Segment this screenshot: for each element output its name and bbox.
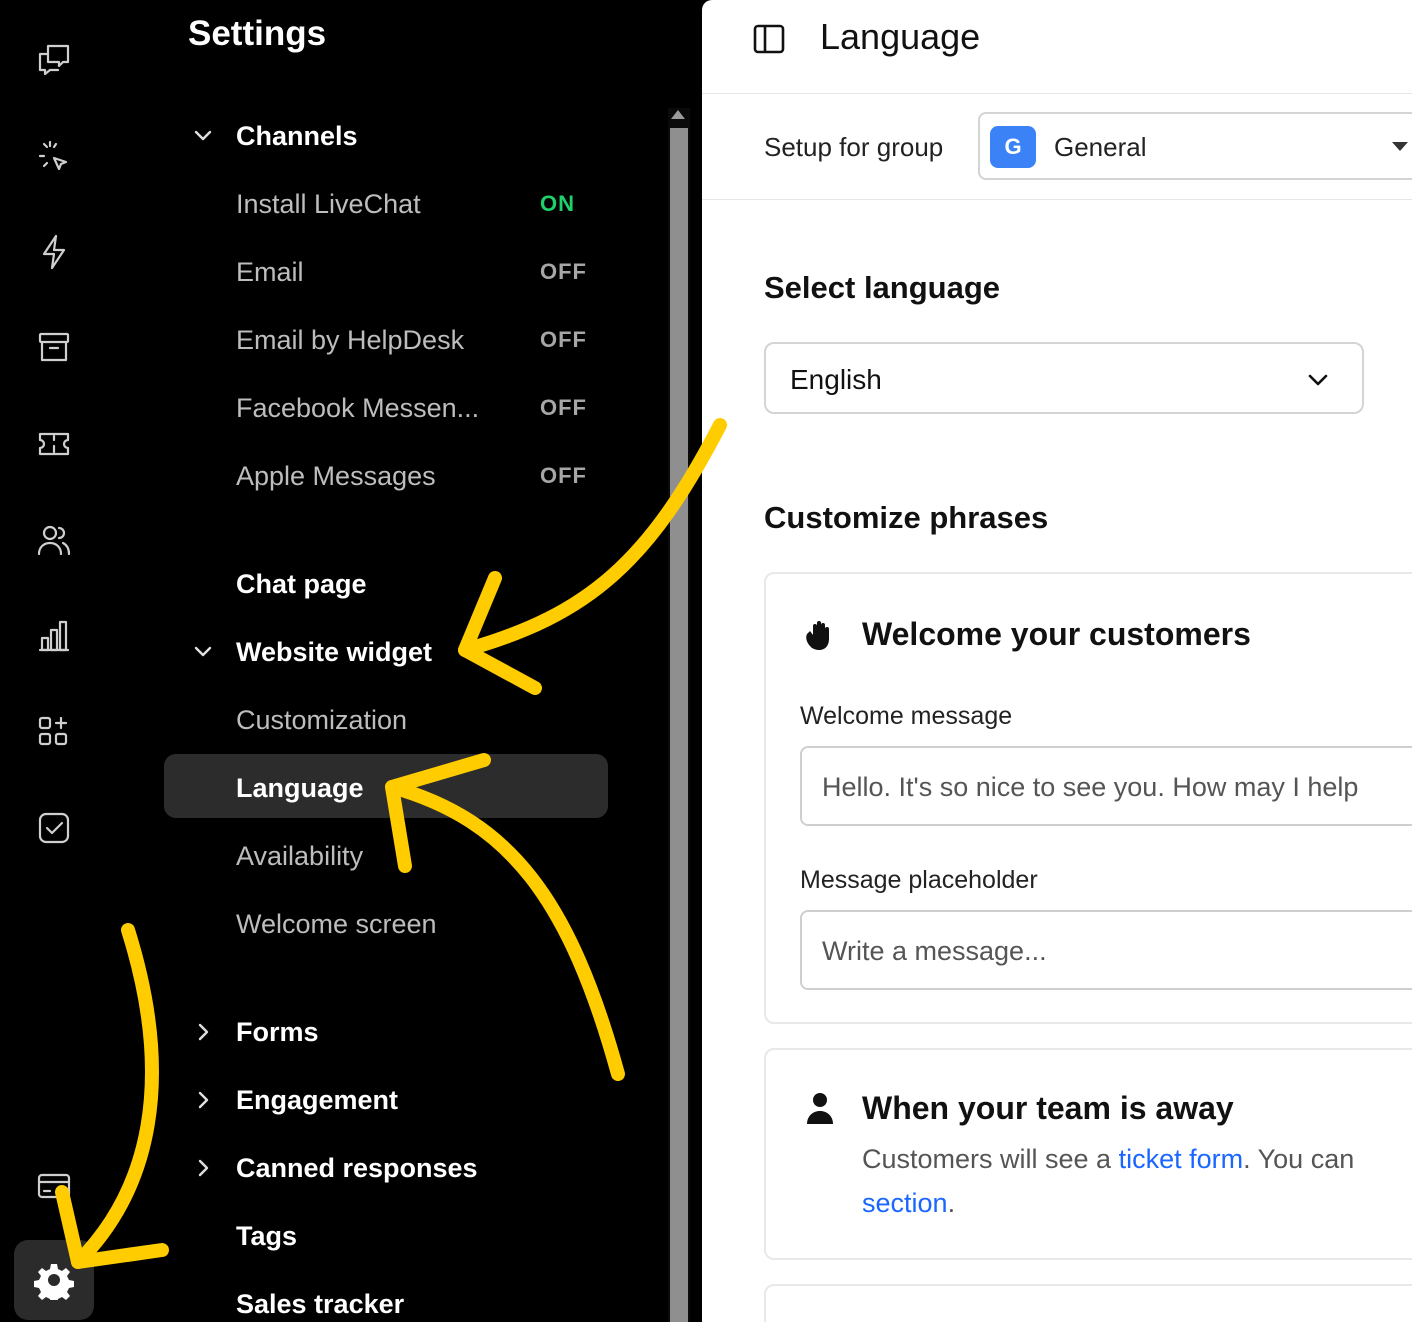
divider	[690, 0, 702, 1322]
group-name: General	[1054, 132, 1147, 162]
nav-item-install-livechat[interactable]: Install LiveChat ON	[108, 174, 608, 234]
chevron-down-icon	[192, 125, 214, 147]
nav-label: Welcome screen	[236, 908, 437, 939]
status-badge: OFF	[540, 327, 587, 352]
nav-label: Canned responses	[236, 1152, 478, 1183]
section-link[interactable]: section	[862, 1188, 948, 1218]
nav-label: Email by HelpDesk	[236, 324, 465, 355]
group-bar: Setup for group G General	[702, 94, 1412, 200]
welcome-message-value: Hello. It's so nice to see you. How may …	[822, 772, 1359, 802]
chevron-right-icon	[192, 1157, 214, 1179]
away-desc-end: .	[947, 1188, 956, 1218]
next-card	[764, 1284, 1412, 1322]
nav-label: Language	[236, 772, 364, 803]
page-title: Language	[820, 16, 981, 57]
nav-item-email[interactable]: Email OFF	[108, 242, 608, 302]
nav-section-chat-page[interactable]: Chat page	[108, 554, 608, 614]
nav-item-availability[interactable]: Availability	[108, 826, 608, 886]
status-badge: OFF	[540, 395, 587, 420]
nav-section-canned-responses[interactable]: Canned responses	[108, 1138, 608, 1198]
message-placeholder-label: Message placeholder	[800, 866, 1038, 894]
nav-label: Customization	[236, 704, 408, 735]
nav-label: Facebook Messen...	[236, 392, 480, 423]
nav-item-email-helpdesk[interactable]: Email by HelpDesk OFF	[108, 310, 608, 370]
billing-icon[interactable]	[14, 1146, 94, 1226]
away-card-description: Customers will see a ticket form. You ca…	[862, 1144, 1354, 1175]
nav-item-facebook-messenger[interactable]: Facebook Messen... OFF	[108, 378, 608, 438]
status-badge: OFF	[540, 463, 587, 488]
nav-label: Channels	[236, 120, 358, 151]
main-content: Language Setup for group G General Selec…	[702, 0, 1412, 1322]
settings-sidebar: Settings Channels Install LiveChat ON Em…	[108, 0, 668, 1322]
nav-label: Email	[236, 256, 304, 287]
customize-phrases-heading: Customize phrases	[764, 500, 1049, 535]
checklist-icon[interactable]	[14, 788, 94, 868]
welcome-message-input[interactable]: Hello. It's so nice to see you. How may …	[800, 746, 1412, 826]
nav-section-channels[interactable]: Channels	[108, 106, 608, 166]
sidebar-toggle-icon[interactable]	[752, 22, 786, 56]
group-avatar: G	[990, 126, 1036, 168]
status-badge: OFF	[540, 259, 587, 284]
away-desc-prefix: Customers will see a	[862, 1144, 1119, 1174]
select-language-heading: Select language	[764, 270, 1001, 305]
automation-icon[interactable]	[14, 212, 94, 292]
status-badge: ON	[540, 191, 575, 216]
page-header: Language	[702, 0, 1412, 94]
group-label: Setup for group	[764, 132, 944, 162]
settings-title: Settings	[188, 14, 327, 53]
ticket-form-link[interactable]: ticket form	[1119, 1144, 1244, 1174]
nav-item-apple-messages[interactable]: Apple Messages OFF	[108, 446, 608, 506]
nav-item-customization[interactable]: Customization	[108, 690, 608, 750]
nav-section-engagement[interactable]: Engagement	[108, 1070, 608, 1130]
person-icon	[802, 1090, 838, 1126]
icon-rail	[0, 0, 108, 1322]
sidebar-scrollbar-thumb[interactable]	[670, 128, 688, 1322]
away-card-title: When your team is away	[862, 1090, 1234, 1126]
nav-label: Tags	[236, 1220, 298, 1251]
chevron-right-icon	[192, 1021, 214, 1043]
chevron-down-icon	[192, 641, 214, 663]
engage-icon[interactable]	[14, 116, 94, 196]
nav-item-language[interactable]: Language	[108, 758, 608, 818]
language-select[interactable]: English	[764, 342, 1364, 414]
nav-section-forms[interactable]: Forms	[108, 1002, 608, 1062]
message-placeholder-value: Write a message...	[822, 936, 1047, 966]
away-desc-suffix: . You can	[1243, 1144, 1355, 1174]
group-select[interactable]: G General	[978, 112, 1412, 180]
nav-item-welcome-screen[interactable]: Welcome screen	[108, 894, 608, 954]
nav-label: Engagement	[236, 1084, 399, 1115]
scroll-up-icon[interactable]	[671, 110, 685, 119]
welcome-card: Welcome your customers Welcome message H…	[764, 572, 1412, 1024]
waving-hand-icon	[802, 618, 838, 654]
chats-icon[interactable]	[14, 20, 94, 100]
reports-icon[interactable]	[14, 596, 94, 676]
archives-icon[interactable]	[14, 308, 94, 388]
nav-label: Install LiveChat	[236, 188, 421, 219]
nav-label: Sales tracker	[236, 1288, 405, 1319]
apps-icon[interactable]	[14, 692, 94, 772]
welcome-card-title: Welcome your customers	[862, 616, 1251, 652]
away-card: When your team is away Customers will se…	[764, 1048, 1412, 1260]
nav-label: Chat page	[236, 568, 367, 599]
away-card-description-line2: section.	[862, 1188, 955, 1219]
nav-section-website-widget[interactable]: Website widget	[108, 622, 608, 682]
customers-icon[interactable]	[14, 500, 94, 580]
chevron-down-icon	[1304, 366, 1332, 394]
nav-label: Availability	[236, 840, 364, 871]
nav-label: Apple Messages	[236, 460, 436, 491]
message-placeholder-input[interactable]: Write a message...	[800, 910, 1412, 990]
caret-down-icon	[1392, 142, 1408, 151]
nav-section-tags[interactable]: Tags	[108, 1206, 608, 1266]
chevron-right-icon	[192, 1089, 214, 1111]
tickets-icon[interactable]	[14, 404, 94, 484]
settings-gear-icon[interactable]	[14, 1240, 94, 1320]
welcome-message-label: Welcome message	[800, 702, 1013, 730]
nav-label: Forms	[236, 1016, 319, 1047]
nav-section-sales-tracker[interactable]: Sales tracker	[108, 1274, 608, 1322]
language-value: English	[790, 364, 882, 395]
nav-label: Website widget	[236, 636, 433, 667]
